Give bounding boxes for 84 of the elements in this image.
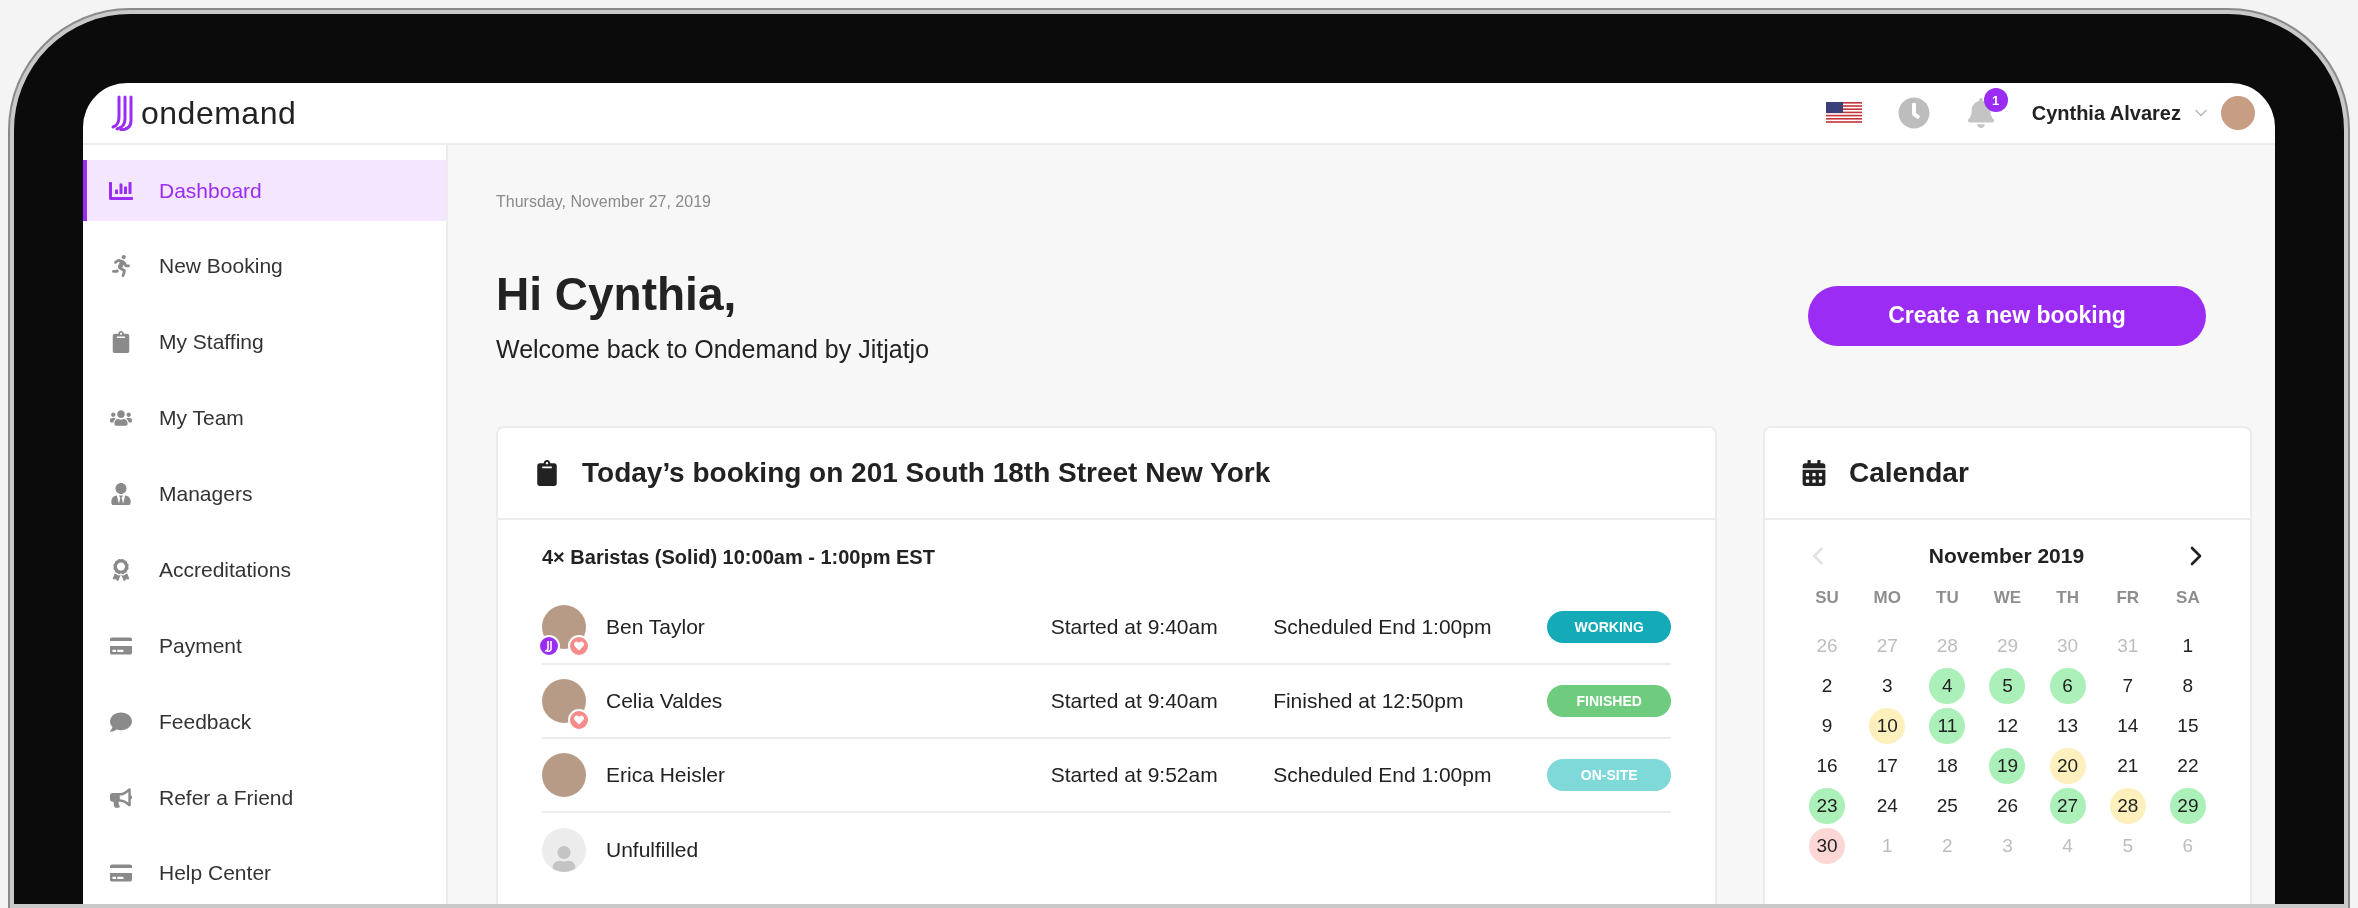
- calendar-day[interactable]: 27: [2049, 788, 2086, 824]
- calendar-day[interactable]: 18: [1929, 748, 1966, 784]
- sidebar-item[interactable]: Managers: [83, 463, 446, 525]
- credit-card-icon: [107, 862, 135, 885]
- status-badge: ON-SITE: [1547, 759, 1671, 791]
- calendar-day[interactable]: 21: [2109, 748, 2146, 784]
- month-title: November 2019: [1928, 544, 2085, 568]
- weekday-label: FR: [2115, 587, 2141, 609]
- calendar-day[interactable]: 5: [1989, 668, 2026, 704]
- clipboard-icon: [534, 460, 560, 486]
- status-badge: WORKING: [1547, 611, 1671, 643]
- calendar-day[interactable]: 29: [2169, 788, 2206, 824]
- weekday-label: MO: [1872, 587, 1902, 609]
- empty-avatar-icon: [542, 828, 586, 872]
- avatar-placeholder: [542, 753, 586, 797]
- calendar-day[interactable]: 14: [2109, 708, 2146, 744]
- worker-name: Erica Heisler: [606, 763, 727, 787]
- sidebar-item[interactable]: Help Center: [83, 842, 446, 904]
- brand-name: ondemand: [141, 94, 297, 132]
- calendar-day[interactable]: 20: [2049, 748, 2086, 784]
- calendar-day[interactable]: 10: [1869, 708, 1906, 744]
- calendar-day[interactable]: 15: [2169, 708, 2206, 744]
- calendar-day[interactable]: 1: [2169, 628, 2206, 664]
- card-title: Today’s booking on 201 South 18th Street New York: [582, 457, 1271, 489]
- welcome-text: Welcome back to Ondemand by Jitjatjo: [496, 335, 930, 364]
- start-time: Started at 9:52am: [1050, 763, 1219, 787]
- credit-card-icon: [107, 634, 135, 657]
- shift-title: 4× Baristas (Solid) 10:00am - 1:00pm EST: [542, 546, 936, 569]
- megaphone-icon: [107, 786, 135, 809]
- calendar-day[interactable]: 24: [1869, 788, 1906, 824]
- calendar-day[interactable]: 17: [1869, 748, 1906, 784]
- sidebar-item[interactable]: Dashboard: [83, 160, 446, 222]
- start-time: Started at 9:40am: [1050, 615, 1219, 639]
- calendar-day[interactable]: 4: [1929, 668, 1966, 704]
- worker-name: Ben Taylor: [606, 615, 706, 639]
- calendar-day[interactable]: 16: [1809, 748, 1846, 784]
- calendar-day[interactable]: 6: [2049, 668, 2086, 704]
- sidebar-item[interactable]: My Team: [83, 387, 446, 449]
- calendar-day[interactable]: 19: [1989, 748, 2026, 784]
- avatar-placeholder[interactable]: [2221, 96, 2255, 130]
- greeting-heading: Hi Cynthia,: [496, 267, 738, 321]
- weekday-label: TU: [1935, 587, 1960, 609]
- create-booking-button[interactable]: Create a new booking: [1808, 285, 2206, 346]
- weekday-label: SA: [2175, 587, 2201, 609]
- logo-mark-icon: [111, 95, 133, 131]
- calendar-day[interactable]: 9: [1809, 708, 1846, 744]
- card-title: Calendar: [1849, 457, 1969, 489]
- calendar-day[interactable]: 22: [2169, 748, 2206, 784]
- calendar-day[interactable]: 13: [2049, 708, 2086, 744]
- flag-icon[interactable]: [1825, 102, 1862, 124]
- calendar-icon: [1801, 460, 1827, 486]
- calendar-day[interactable]: 28: [2109, 788, 2146, 824]
- sidebar-item[interactable]: My Staffing: [83, 311, 446, 373]
- end-time: Scheduled End 1:00pm: [1273, 615, 1493, 639]
- calendar-day[interactable]: 23: [1809, 788, 1846, 824]
- end-time: Scheduled End 1:00pm: [1273, 763, 1493, 787]
- start-time: Started at 9:40am: [1050, 689, 1219, 713]
- weekday-label: TH: [2055, 587, 2080, 609]
- speech-bubble-icon: [107, 710, 135, 733]
- calendar-day[interactable]: 2: [1809, 668, 1846, 704]
- calendar-day[interactable]: 8: [2169, 668, 2206, 704]
- notification-count: 1: [1983, 88, 2008, 112]
- worker-name: Unfulfilled: [606, 838, 700, 862]
- sidebar-item[interactable]: Refer a Friend: [83, 766, 446, 829]
- calendar-day[interactable]: 7: [2109, 668, 2146, 704]
- calendar-day[interactable]: 30: [1809, 828, 1846, 864]
- sidebar-item[interactable]: Payment: [83, 615, 446, 677]
- end-time: Finished at 12:50pm: [1273, 689, 1465, 713]
- weekday-label: SU: [1814, 587, 1840, 609]
- sidebar-item[interactable]: New Booking: [83, 235, 446, 298]
- sidebar-item[interactable]: Accreditations: [83, 539, 446, 601]
- status-badge: FINISHED: [1547, 685, 1671, 717]
- weekday-label: WE: [1992, 587, 2023, 609]
- calendar-day[interactable]: 12: [1989, 708, 2026, 744]
- user-name[interactable]: Cynthia Alvarez: [2031, 101, 2181, 125]
- worker-name: Celia Valdes: [606, 689, 724, 713]
- date-text: Thursday, November 27, 2019: [496, 193, 712, 211]
- clock-icon[interactable]: [1897, 97, 1930, 129]
- calendar-day[interactable]: 25: [1929, 788, 1966, 824]
- calendar-day[interactable]: 11: [1929, 708, 1966, 744]
- calendar-day[interactable]: 26: [1989, 788, 2026, 824]
- calendar-day[interactable]: 3: [1869, 668, 1906, 704]
- avatar-placeholder: [542, 679, 586, 723]
- sidebar-item[interactable]: Feedback: [83, 691, 446, 753]
